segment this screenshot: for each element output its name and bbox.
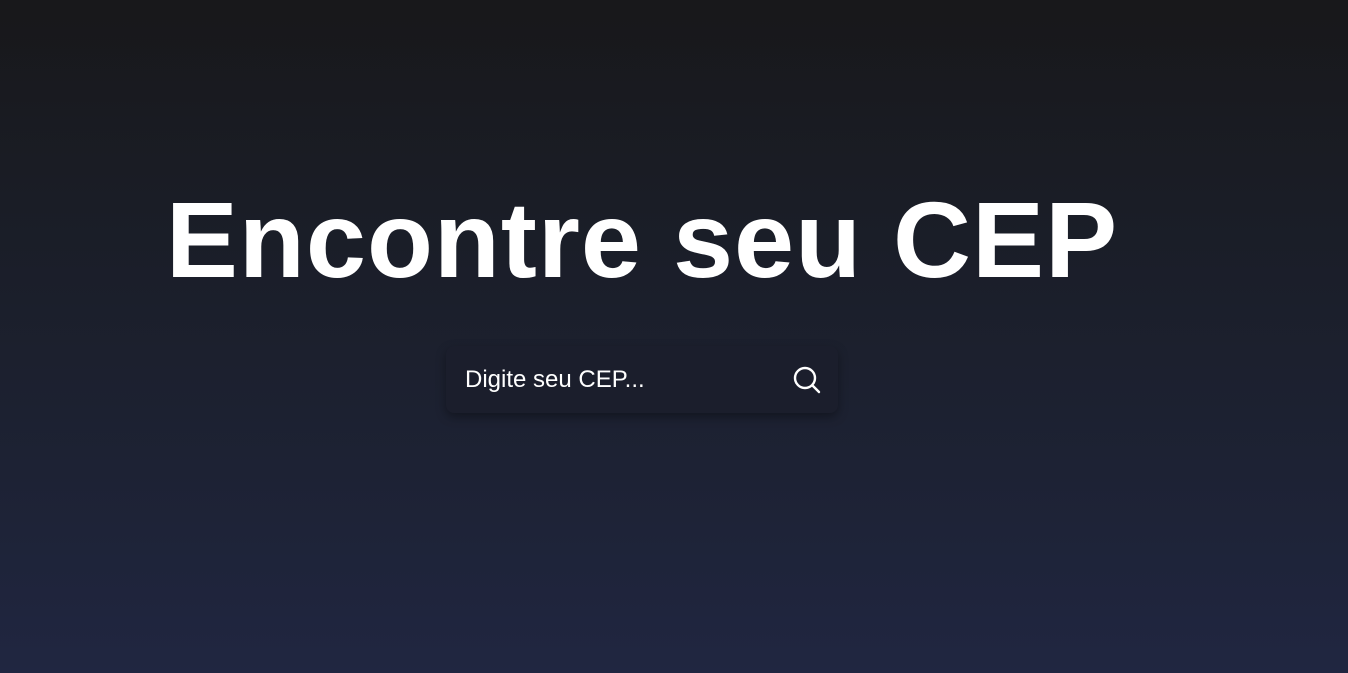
search-button[interactable] [775,346,838,413]
page-title: Encontre seu CEP [165,179,1119,300]
cep-search-input[interactable] [446,346,775,413]
search-icon [792,365,822,395]
cep-search-box [446,346,838,413]
background-fade [0,0,1348,70]
